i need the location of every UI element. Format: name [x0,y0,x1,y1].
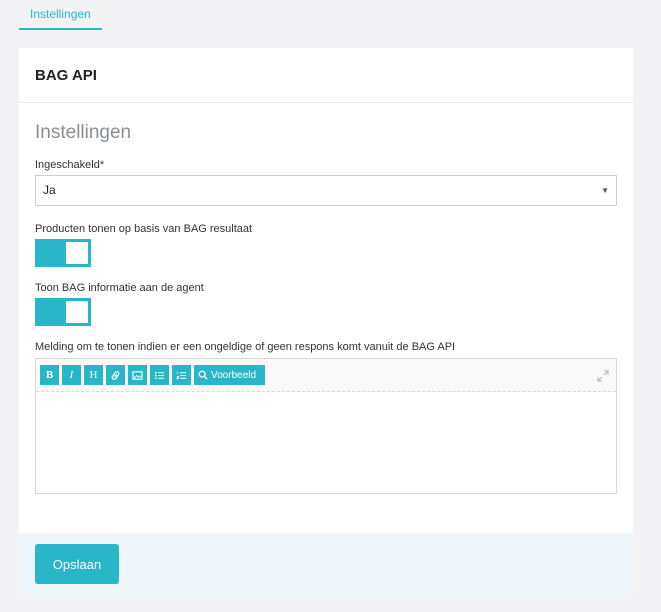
toggle-knob [66,242,88,264]
image-icon [132,370,143,380]
heading-button[interactable]: H [84,365,103,385]
italic-button[interactable]: I [62,365,81,385]
preview-label: Voorbeeld [211,369,257,381]
card-footer: Opslaan [19,533,633,596]
message-label: Melding om te tonen indien er een ongeld… [35,341,456,353]
link-button[interactable] [106,365,125,385]
unordered-list-button[interactable] [150,365,169,385]
expand-icon[interactable] [597,369,609,387]
enabled-label: Ingeschakeld* [35,159,105,171]
bullet-list-icon [154,371,165,379]
card-title: BAG API [35,66,97,84]
show-agent-info-label: Toon BAG informatie aan de agent [35,282,204,294]
tab-bar: Instellingen [19,0,102,30]
image-button[interactable] [128,365,147,385]
enabled-select-value: Ja [43,183,56,197]
link-icon [111,370,120,380]
editor-toolbar: B I H Voorbeeld [36,359,616,392]
ordered-list-button[interactable] [172,365,191,385]
bold-button[interactable]: B [40,365,59,385]
card-header: BAG API [19,48,633,103]
show-agent-info-toggle[interactable] [35,298,91,326]
toggle-knob [66,301,88,323]
show-products-toggle[interactable] [35,239,91,267]
enabled-select[interactable]: Ja ▼ [35,175,617,206]
message-editor: B I H Voorbeeld [35,358,617,494]
section-title: Instellingen [35,122,132,143]
editor-content[interactable] [36,392,616,492]
search-icon [198,370,208,380]
preview-button[interactable]: Voorbeeld [194,365,265,385]
numbered-list-icon [176,371,187,379]
settings-card: BAG API Instellingen Ingeschakeld* Ja ▼ … [19,48,633,596]
caret-down-icon: ▼ [601,186,609,195]
save-button[interactable]: Opslaan [35,544,119,584]
show-products-label: Producten tonen op basis van BAG resulta… [35,223,253,235]
tab-instellingen[interactable]: Instellingen [19,0,102,30]
